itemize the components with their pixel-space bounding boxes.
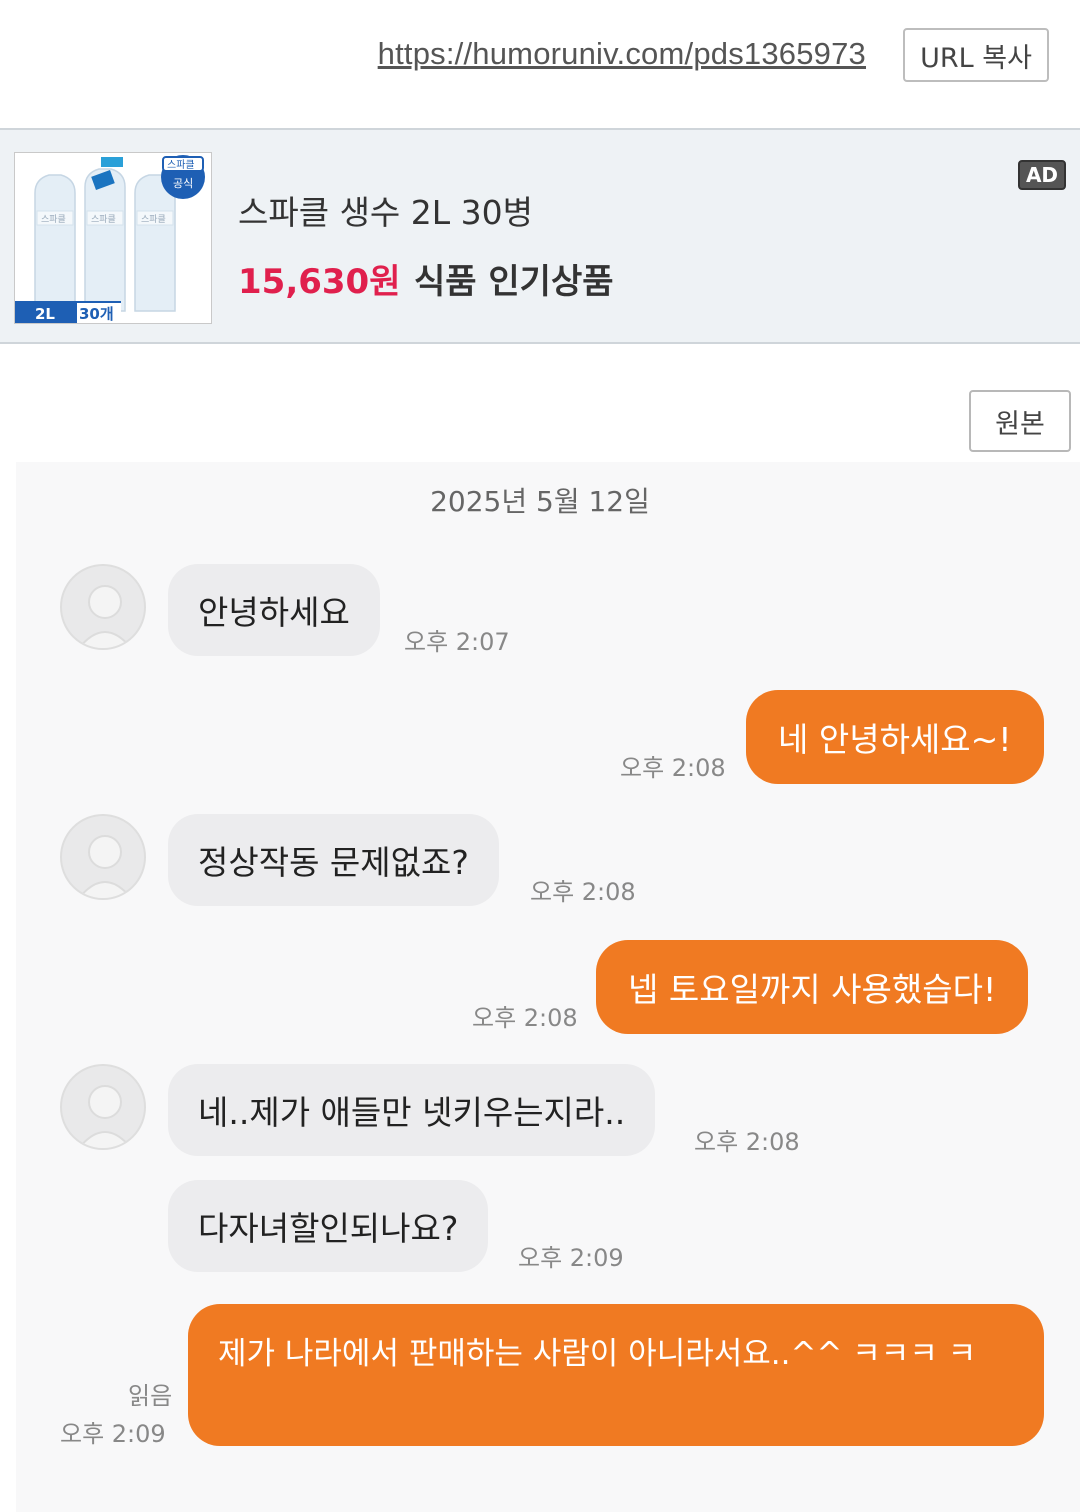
message-time: 오후 2:09 xyxy=(518,1244,624,1272)
read-receipt: 읽음 xyxy=(128,1382,173,1410)
message-time: 오후 2:08 xyxy=(472,1004,578,1032)
ad-product-title[interactable]: 스파클 생수 2L 30병 xyxy=(238,186,533,234)
water-bottles-image: 스파클 스파클 스파클 스파클 공식 2L 30개 xyxy=(15,153,211,323)
chat-bubble-outgoing: 제가 나라에서 판매하는 사람이 아니라서요..^^ ㅋㅋㅋ ㅋ xyxy=(188,1304,1044,1446)
avatar xyxy=(60,1064,146,1150)
url-bar: https://humoruniv.com/pds1365973 URL 복사 xyxy=(0,0,1080,128)
message-time: 오후 2:07 xyxy=(404,628,510,656)
official-badge-top: 스파클 xyxy=(167,159,195,171)
avatar xyxy=(60,814,146,900)
default-profile-icon xyxy=(77,835,133,898)
chat-bubble-outgoing: 네 안녕하세요~! xyxy=(746,690,1044,784)
message-time: 오후 2:08 xyxy=(530,878,636,906)
ad-badge: AD xyxy=(1018,160,1066,190)
avatar xyxy=(60,564,146,650)
ad-product-price: 15,630원 xyxy=(238,262,401,302)
bottle-label-1: 스파클 xyxy=(41,214,66,225)
original-image-button[interactable]: 원본 xyxy=(969,390,1071,452)
thumb-size-label: 2L xyxy=(35,305,55,323)
default-profile-icon xyxy=(77,1085,133,1148)
chat-bubble-incoming: 정상작동 문제없죠? xyxy=(168,814,499,906)
post-url-link[interactable]: https://humoruniv.com/pds1365973 xyxy=(378,36,866,72)
bottle-label-3: 스파클 xyxy=(141,214,166,225)
chat-date-label: 2025년 5월 12일 xyxy=(430,485,650,518)
chat-bubble-incoming: 안녕하세요 xyxy=(168,564,380,656)
ad-banner[interactable]: 스파클 스파클 스파클 스파클 공식 2L 30개 스파클 생수 2L 30병 … xyxy=(0,128,1080,344)
url-copy-button[interactable]: URL 복사 xyxy=(903,28,1049,82)
thumb-count-label: 30개 xyxy=(79,305,114,323)
message-time: 오후 2:08 xyxy=(620,754,726,782)
chat-bubble-incoming: 네..제가 애들만 넷키우는지라.. xyxy=(168,1064,656,1156)
chat-bubble-incoming: 다자녀할인되나요? xyxy=(168,1180,489,1272)
ad-product-image[interactable]: 스파클 스파클 스파클 스파클 공식 2L 30개 xyxy=(14,152,212,324)
official-badge-bottom: 공식 xyxy=(173,177,193,190)
bottle-label-2: 스파클 xyxy=(91,214,116,225)
ad-product-category: 식품 인기상품 xyxy=(414,262,614,302)
message-time: 오후 2:08 xyxy=(694,1128,800,1156)
default-profile-icon xyxy=(77,585,133,648)
message-time: 오후 2:09 xyxy=(60,1420,166,1448)
chat-bubble-outgoing: 넵 토요일까지 사용했습다! xyxy=(596,940,1029,1034)
